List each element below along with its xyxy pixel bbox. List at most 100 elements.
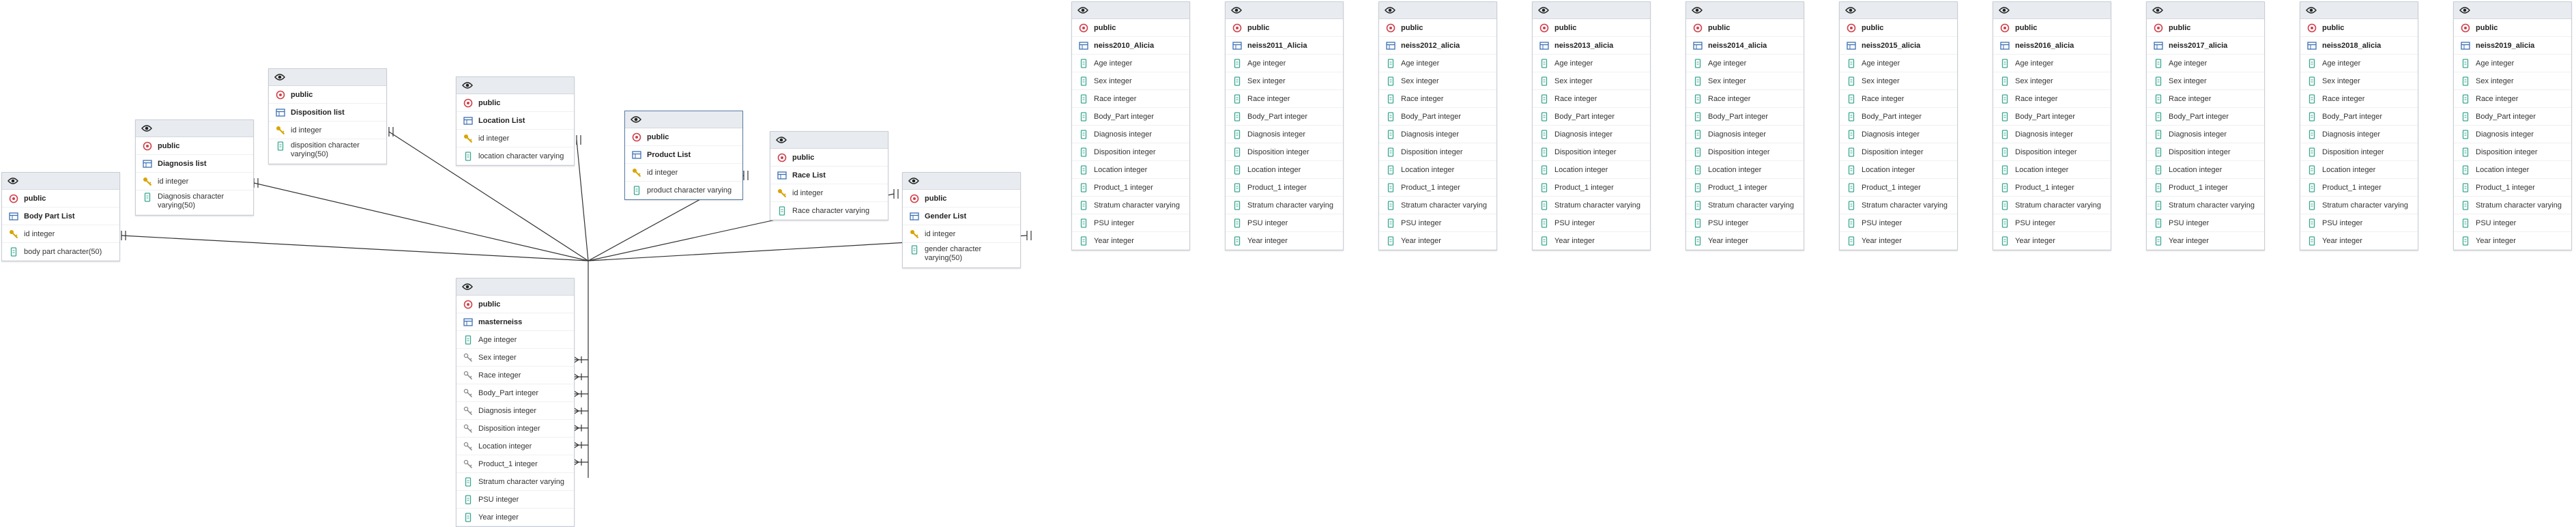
column-row[interactable]: product character varying <box>625 182 742 199</box>
eye-icon[interactable] <box>141 124 152 132</box>
column-row[interactable]: Product_1 integer <box>2300 179 2418 197</box>
column-row[interactable]: PSU integer <box>2147 214 2264 232</box>
table-header[interactable] <box>2300 2 2418 19</box>
table-neiss2014[interactable]: public neiss2014_alicia Age integer Sex int… <box>1685 1 1804 251</box>
column-row[interactable]: Location integer <box>1379 161 1496 179</box>
column-row[interactable]: PSU integer <box>1379 214 1496 232</box>
table-body-part-list[interactable]: public Body Part List id integer body part … <box>1 172 120 261</box>
table-header[interactable] <box>1840 2 1957 19</box>
column-row[interactable]: Stratum character varying <box>2454 197 2571 214</box>
table-gender-list[interactable]: public Gender List id integer gender charac… <box>902 172 1021 268</box>
column-row[interactable]: PSU integer <box>457 491 574 509</box>
table-name-row[interactable]: neiss2011_Alicia <box>1226 37 1343 55</box>
eye-icon[interactable] <box>462 81 473 89</box>
table-neiss2015[interactable]: public neiss2015_alicia Age integer Sex int… <box>1839 1 1958 251</box>
column-row[interactable]: Age integer <box>2147 55 2264 72</box>
column-row[interactable]: body part character(50) <box>2 243 119 261</box>
table-header[interactable] <box>457 279 574 296</box>
table-name-row[interactable]: Race List <box>770 167 888 184</box>
column-row[interactable]: PSU integer <box>1533 214 1650 232</box>
column-row[interactable]: Product_1 integer <box>1533 179 1650 197</box>
table-header[interactable] <box>1993 2 2111 19</box>
column-row[interactable]: gender character varying(50) <box>903 243 1020 268</box>
column-row[interactable]: Race integer <box>1993 90 2111 108</box>
column-row[interactable]: Race integer <box>2300 90 2418 108</box>
column-row[interactable]: Location integer <box>2147 161 2264 179</box>
column-row[interactable]: Product_1 integer <box>1379 179 1496 197</box>
column-row[interactable]: Age integer <box>1993 55 2111 72</box>
column-row[interactable]: Sex integer <box>2147 72 2264 90</box>
column-row[interactable]: Disposition integer <box>1379 143 1496 161</box>
column-row[interactable]: Sex integer <box>1993 72 2111 90</box>
column-row[interactable]: Body_Part integer <box>2147 108 2264 126</box>
column-row[interactable]: Stratum character varying <box>457 473 574 491</box>
table-neiss2011[interactable]: public neiss2011_Alicia Age integer Sex int… <box>1225 1 1344 251</box>
eye-icon[interactable] <box>908 177 919 185</box>
column-row[interactable]: Location integer <box>1072 161 1189 179</box>
column-row[interactable]: Disposition integer <box>1686 143 1804 161</box>
eye-icon[interactable] <box>1692 6 1703 14</box>
column-row[interactable]: Disposition integer <box>1072 143 1189 161</box>
column-row[interactable]: Body_Part integer <box>457 384 574 402</box>
table-neiss2013[interactable]: public neiss2013_alicia Age integer Sex int… <box>1532 1 1651 251</box>
eye-icon[interactable] <box>1538 6 1549 14</box>
eye-icon[interactable] <box>1999 6 2010 14</box>
table-header[interactable] <box>136 120 253 137</box>
column-row[interactable]: PSU integer <box>1226 214 1343 232</box>
column-row[interactable]: PSU integer <box>1072 214 1189 232</box>
eye-icon[interactable] <box>1845 6 1856 14</box>
table-neiss2017[interactable]: public neiss2017_alicia Age integer Sex int… <box>2146 1 2265 251</box>
table-name-row[interactable]: Location List <box>457 112 574 130</box>
table-name-row[interactable]: neiss2019_alicia <box>2454 37 2571 55</box>
column-row[interactable]: Year integer <box>1072 232 1189 250</box>
column-row[interactable]: Race character varying <box>770 202 888 220</box>
table-neiss2018[interactable]: public neiss2018_alicia Age integer Sex int… <box>2300 1 2418 251</box>
column-row[interactable]: Disposition integer <box>2147 143 2264 161</box>
column-row[interactable]: Year integer <box>2300 232 2418 250</box>
table-name-row[interactable]: neiss2015_alicia <box>1840 37 1957 55</box>
column-row[interactable]: Year integer <box>1686 232 1804 250</box>
column-row[interactable]: Race integer <box>1840 90 1957 108</box>
eye-icon[interactable] <box>631 115 641 124</box>
column-row[interactable]: Body_Part integer <box>1993 108 2111 126</box>
eye-icon[interactable] <box>274 73 285 81</box>
column-row[interactable]: Location integer <box>457 438 574 455</box>
column-row[interactable]: Age integer <box>2300 55 2418 72</box>
column-row[interactable]: Stratum character varying <box>1226 197 1343 214</box>
column-row[interactable]: Race integer <box>2147 90 2264 108</box>
column-row[interactable]: Age integer <box>457 331 574 349</box>
table-masterneiss[interactable]: public masterneiss Age integer Sex integer R… <box>456 278 575 527</box>
column-row[interactable]: Body_Part integer <box>1379 108 1496 126</box>
table-name-row[interactable]: neiss2012_alicia <box>1379 37 1496 55</box>
column-row[interactable]: Location integer <box>1533 161 1650 179</box>
column-row[interactable]: Location integer <box>1993 161 2111 179</box>
table-name-row[interactable]: neiss2018_alicia <box>2300 37 2418 55</box>
column-row[interactable]: id integer <box>903 225 1020 243</box>
column-row[interactable]: Race integer <box>1226 90 1343 108</box>
column-row[interactable]: Sex integer <box>1533 72 1650 90</box>
eye-icon[interactable] <box>2152 6 2163 14</box>
column-row[interactable]: Diagnosis integer <box>2147 126 2264 143</box>
table-neiss2010[interactable]: public neiss2010_Alicia Age integer Sex int… <box>1071 1 1190 251</box>
column-row[interactable]: Year integer <box>1993 232 2111 250</box>
column-row[interactable]: Diagnosis integer <box>1840 126 1957 143</box>
eye-icon[interactable] <box>462 283 473 291</box>
column-row[interactable]: Age integer <box>1072 55 1189 72</box>
column-row[interactable]: Location integer <box>1686 161 1804 179</box>
table-header[interactable] <box>269 69 386 86</box>
table-header[interactable] <box>1226 2 1343 19</box>
column-row[interactable]: Product_1 integer <box>1840 179 1957 197</box>
column-row[interactable]: PSU integer <box>2454 214 2571 232</box>
column-row[interactable]: Age integer <box>1686 55 1804 72</box>
table-header[interactable] <box>1072 2 1189 19</box>
column-row[interactable]: Diagnosis integer <box>1993 126 2111 143</box>
column-row[interactable]: Location integer <box>2300 161 2418 179</box>
column-row[interactable]: Sex integer <box>2300 72 2418 90</box>
table-header[interactable] <box>1686 2 1804 19</box>
column-row[interactable]: Disposition integer <box>1226 143 1343 161</box>
column-row[interactable]: Disposition integer <box>457 420 574 438</box>
column-row[interactable]: Race integer <box>2454 90 2571 108</box>
table-name-row[interactable]: neiss2016_alicia <box>1993 37 2111 55</box>
column-row[interactable]: Body_Part integer <box>1226 108 1343 126</box>
column-row[interactable]: Body_Part integer <box>1533 108 1650 126</box>
